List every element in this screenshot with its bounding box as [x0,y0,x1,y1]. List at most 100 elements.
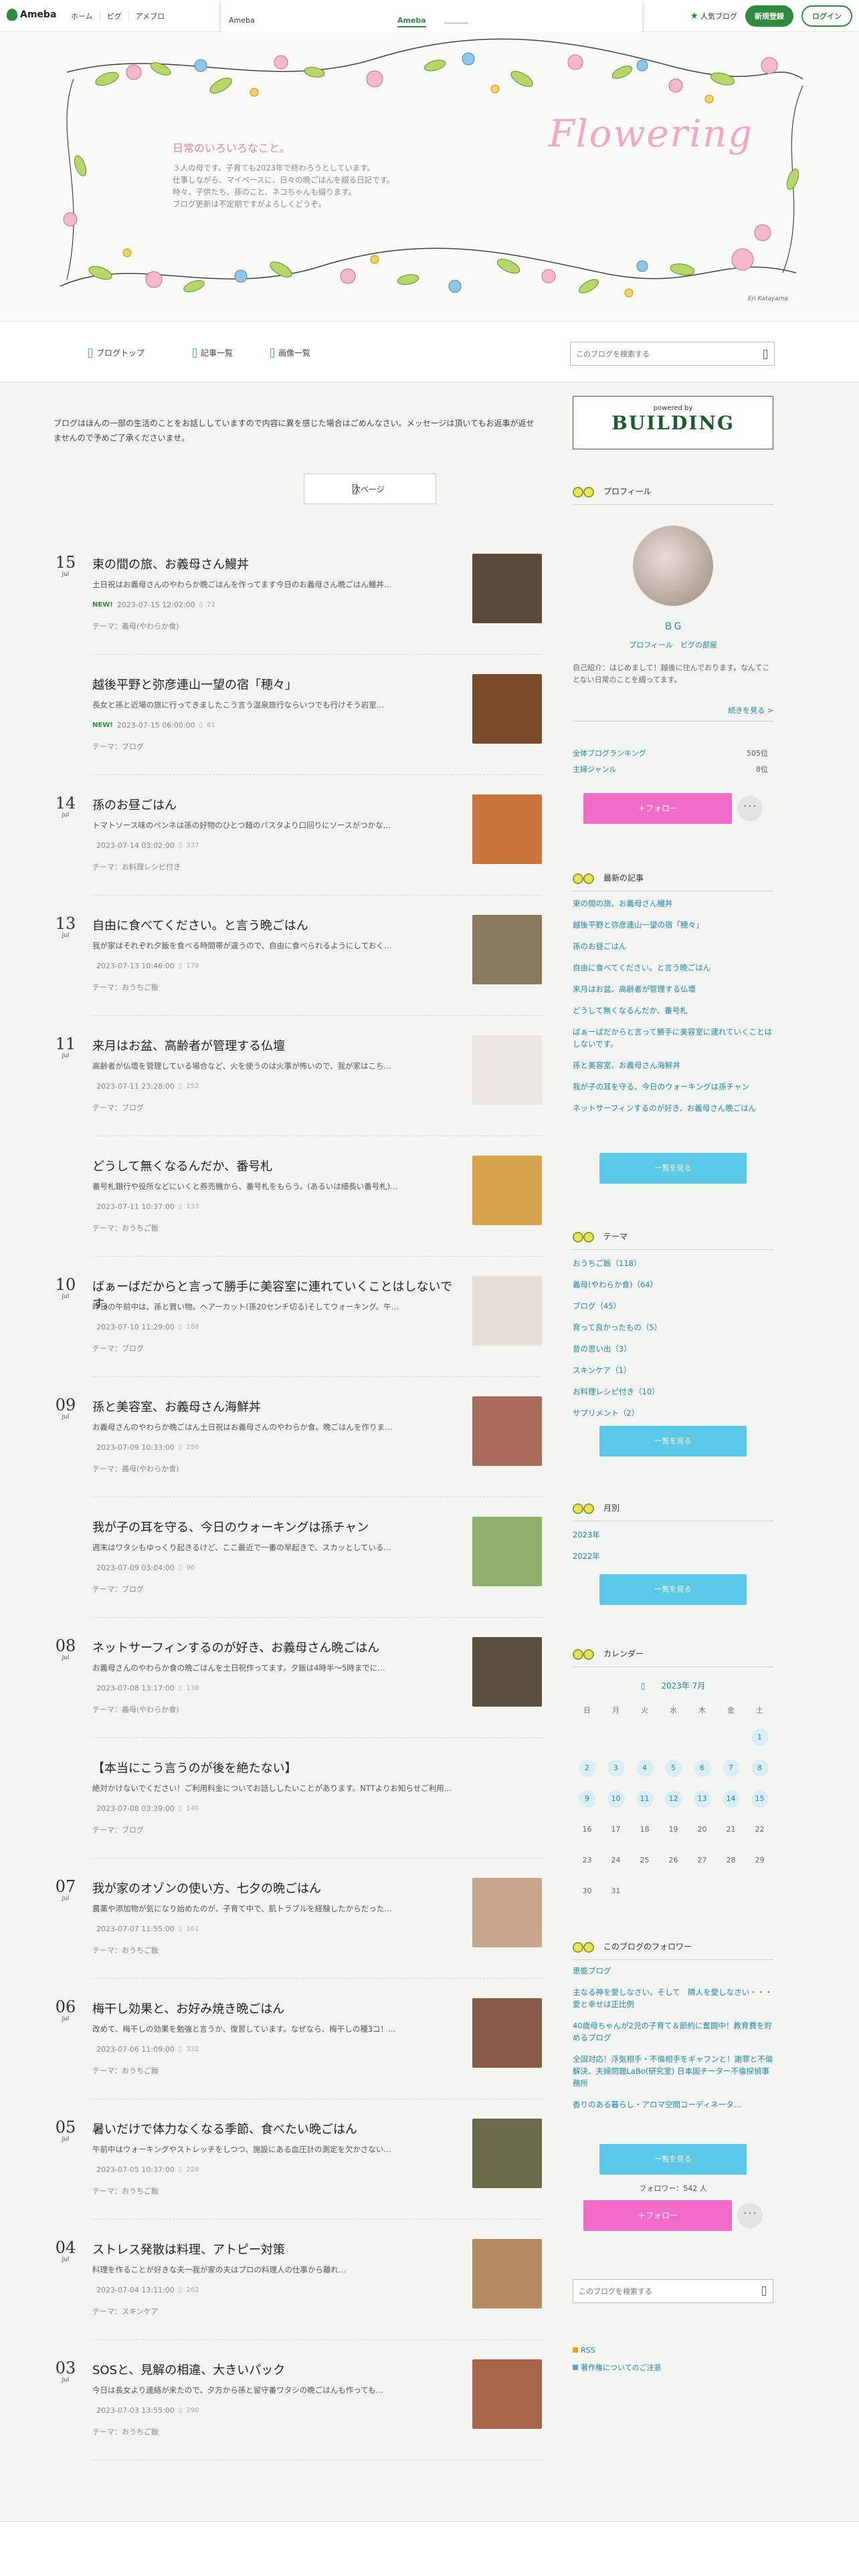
comment-icon[interactable]: ▯ [179,842,183,849]
entry-title[interactable]: 【本当にこう言うのが後を絶たない】 [92,1760,467,1778]
entry-title[interactable]: 越後平野と弥彦連山一望の宿「穂々」 [92,677,467,694]
comment-icon[interactable]: ▯ [179,1083,183,1090]
calendar-day-link[interactable]: 11 [636,1790,654,1808]
entry-thumbnail[interactable] [472,554,542,623]
register-button[interactable]: 新規登録 [745,5,793,27]
entry-thumbnail[interactable] [472,1998,542,2068]
recent-entry-link[interactable]: 孫と美容室、お義母さん海鮮丼 [573,1059,773,1071]
entry-theme[interactable]: テーマ：義母(やわらか食) [92,1704,179,1715]
entry-thumbnail[interactable] [472,1517,542,1586]
sidebar-ad-banner[interactable]: powered by BUILDING [573,396,773,449]
entry-theme[interactable]: テーマ：おうちご飯 [92,2065,159,2076]
follower-blog-link[interactable]: 40歳母ちゃんが2児の子育て＆節約に奮闘中！教育費を貯めるブログ [573,2020,773,2044]
entry-title[interactable]: 梅干し効果と、お好み焼き晩ごはん [92,2001,467,2018]
calendar-day-link[interactable]: 8 [751,1759,769,1777]
comment-icon[interactable]: ▯ [179,1564,183,1572]
nav-pigg[interactable]: ピグ [99,11,128,21]
avatar[interactable] [633,526,713,606]
entry-thumbnail[interactable] [472,1637,542,1707]
comment-count[interactable]: 72 [207,601,215,609]
entry-title[interactable]: ストレス発散は料理、アトピー対策 [92,2242,467,2259]
entry-title[interactable]: SOSと、見解の相違、大きいパック [92,2362,467,2379]
entry-thumbnail[interactable] [472,1276,542,1346]
followers-list-button[interactable]: 一覧を見る [599,2144,747,2175]
follower-blog-link[interactable]: 主なる神を愛しなさい。そして 隣人を愛しなさい・・・ 愛と幸せは正比例 [573,1986,780,2010]
rss-link[interactable]: RSS [573,2346,595,2355]
comment-icon[interactable]: ▯ [179,2407,183,2414]
entry-theme[interactable]: テーマ：おうちご飯 [92,2185,159,2196]
comment-icon[interactable]: ▯ [179,2166,183,2173]
entry-title[interactable]: どうして無くなるんだか、番号札 [92,1158,467,1176]
entry-thumbnail[interactable] [472,2359,542,2429]
entry-theme[interactable]: テーマ：おうちご飯 [92,1222,159,1233]
comment-count[interactable]: 262 [186,2286,199,2294]
entry-theme[interactable]: テーマ：ブログ [92,741,144,752]
entry-title[interactable]: 束の間の旅、お義母さん鰻丼 [92,556,467,574]
comment-icon[interactable]: ▯ [199,722,203,729]
comment-icon[interactable]: ▯ [179,1444,183,1451]
calendar-day-link[interactable]: 2 [578,1759,596,1777]
calendar-day-link[interactable]: 14 [722,1790,740,1808]
ameba-logo[interactable]: Ameba [7,9,56,21]
popular-blog-link[interactable]: ★ 人気ブログ [690,11,737,21]
comment-icon[interactable]: ▯ [179,2046,183,2053]
theme-link[interactable]: サプリメント（2） [573,1407,773,1419]
calendar-day-link[interactable]: 12 [664,1790,682,1808]
genre-ranking-link[interactable]: 主婦ジャンル [573,765,616,774]
theme-list-button[interactable]: 一覧を見る [599,1426,747,1457]
follow-button-2[interactable]: ＋フォロー [583,2200,732,2231]
calendar-day-link[interactable]: 13 [693,1790,711,1808]
calendar-day-link[interactable]: 10 [607,1790,625,1808]
comment-count[interactable]: 337 [186,842,199,849]
calendar-day-link[interactable]: 9 [578,1790,596,1808]
comment-icon[interactable]: ▯ [179,1323,183,1331]
entry-title[interactable]: 暑いだけで体力なくなる季節、食べたい晩ごはん [92,2121,467,2139]
more-options-button-2[interactable]: ･･･ [737,2203,763,2228]
recent-entry-link[interactable]: 越後平野と弥彦連山一望の宿「穂々」 [573,919,773,931]
entry-title[interactable]: 我が子の耳を守る、今日のウォーキングは孫チャン [92,1519,467,1537]
entry-theme[interactable]: テーマ：おうちご飯 [92,982,159,992]
pigg-room-link[interactable]: ピグの部屋 [680,641,717,649]
entry-thumbnail[interactable] [472,2239,542,2309]
comment-count[interactable]: 188 [186,1323,199,1331]
blog-header-image[interactable]: 日常のいろいろなこと。 ３人の母です。子育ても2023年で終わろうとしています。… [0,32,859,321]
nav-blog-top[interactable]: ブログトップ [88,347,145,358]
follower-blog-link[interactable]: 全国対応！浮気相手・不倫相手をギャフンと！謝罪と不倫解決、夫婦問題LaBo(研究… [573,2053,773,2089]
monthly-list-button[interactable]: 一覧を見る [599,1574,747,1605]
calendar-day-link[interactable]: 6 [693,1759,711,1777]
entry-thumbnail[interactable] [472,2119,542,2188]
comment-count[interactable]: 96 [186,1564,195,1572]
comment-count[interactable]: 290 [186,2407,199,2414]
entry-thumbnail[interactable] [472,915,542,984]
entry-theme[interactable]: テーマ：ブログ [92,1824,144,1835]
comment-count[interactable]: 133 [186,1203,199,1210]
calendar-day-link[interactable]: 15 [751,1790,769,1808]
theme-link[interactable]: 義母(やわらか食)（64） [573,1279,773,1291]
comment-icon[interactable]: ▯ [179,1685,183,1692]
entry-theme[interactable]: テーマ：義母(やわらか食) [92,621,179,631]
login-button[interactable]: ログイン [801,5,852,27]
nav-home[interactable]: ホーム [64,11,100,21]
theme-link[interactable]: 昔の思い出（3） [573,1343,773,1355]
entry-theme[interactable]: テーマ：ブログ [92,1102,144,1113]
next-page-button[interactable]: 次ページ [304,473,436,504]
ranking-link[interactable]: 全体ブログランキング [573,749,646,758]
nav-ameblo[interactable]: アメブロ [128,11,171,21]
calendar-day-link[interactable]: 1 [751,1729,769,1746]
entry-theme[interactable]: テーマ：おうちご飯 [92,2426,159,2437]
more-options-button[interactable]: ･･･ [737,796,763,821]
nav-entry-list[interactable]: 記事一覧 [193,347,233,358]
comment-icon[interactable]: ▯ [179,962,183,970]
copyright-link[interactable]: 著作権についてのご注意 [573,2362,662,2373]
entry-thumbnail[interactable] [472,1878,542,1947]
comment-count[interactable]: 228 [186,2166,199,2173]
follower-blog-link[interactable]: 香りのある暮らし・アロマ空間コーディネータ… [573,2099,773,2111]
nav-image-list[interactable]: 画像一覧 [270,347,310,358]
profile-name[interactable]: ＢＧ [573,619,773,633]
theme-link[interactable]: お料理レシピ付き（10） [573,1386,773,1398]
month-2022-link[interactable]: 2022年 [573,1550,773,1562]
comment-count[interactable]: 139 [186,1685,199,1692]
comment-count[interactable]: 250 [186,1444,199,1451]
month-2023-link[interactable]: 2023年 [573,1529,773,1541]
theme-link[interactable]: ブログ（45） [573,1300,773,1312]
